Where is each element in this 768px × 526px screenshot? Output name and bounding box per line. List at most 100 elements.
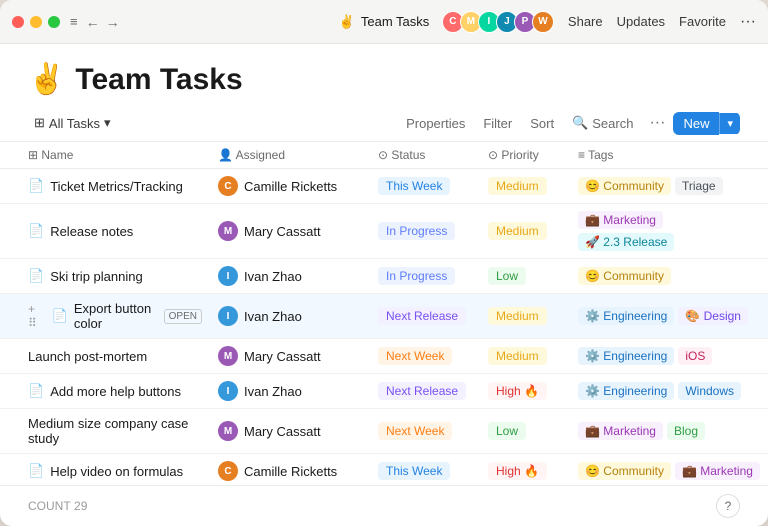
status-cell[interactable]: In Progress: [370, 204, 480, 259]
titlebar-title: ✌️ Team Tasks: [339, 14, 430, 30]
assigned-cell[interactable]: C Camille Ricketts: [210, 169, 370, 204]
assigned-cell[interactable]: I Ivan Zhao: [210, 374, 370, 409]
forward-button[interactable]: →: [106, 14, 120, 30]
properties-button[interactable]: Properties: [398, 113, 473, 134]
task-name-cell[interactable]: Medium size company case study: [0, 409, 210, 454]
tags-cell[interactable]: ⚙️ EngineeringiOS: [570, 339, 768, 374]
tag[interactable]: 😊 Community: [578, 462, 671, 480]
tag[interactable]: 💼 Marketing: [578, 422, 663, 440]
more-toolbar-button[interactable]: ···: [643, 111, 671, 135]
tag[interactable]: 😊 Community: [578, 177, 671, 195]
new-button[interactable]: New ▾: [673, 112, 740, 135]
priority-cell[interactable]: Low: [480, 409, 570, 454]
menu-icon[interactable]: ≡: [70, 14, 78, 29]
task-name-cell[interactable]: 📄Ticket Metrics/Tracking: [0, 169, 210, 204]
tag[interactable]: iOS: [678, 347, 712, 365]
tag[interactable]: 🎨 Design: [678, 307, 748, 325]
assignee-name: Ivan Zhao: [244, 384, 302, 399]
tags-cell[interactable]: ⚙️ Engineering🎨 Design: [570, 294, 768, 339]
table-row[interactable]: 📄Release notes M Mary Cassatt In Progres…: [0, 204, 768, 259]
new-button-caret[interactable]: ▾: [719, 113, 740, 134]
open-badge[interactable]: OPEN: [164, 309, 202, 324]
table-row[interactable]: Medium size company case study M Mary Ca…: [0, 409, 768, 454]
tags-cell[interactable]: 😊 Community💼 Marketing: [570, 454, 768, 486]
tasks-table-container[interactable]: ⊞ Name 👤 Assigned ⊙ Status ⊙: [0, 142, 768, 485]
priority-cell[interactable]: High 🔥: [480, 454, 570, 486]
tag[interactable]: Blog: [667, 422, 705, 440]
assigned-cell[interactable]: M Mary Cassatt: [210, 204, 370, 259]
back-button[interactable]: ←: [86, 14, 100, 30]
tags-cell[interactable]: 💼 Marketing 🚀 2.3 Release: [570, 204, 768, 259]
status-cell[interactable]: This Week: [370, 454, 480, 486]
minimize-button[interactable]: [30, 16, 42, 28]
new-button-main[interactable]: New: [673, 112, 719, 135]
priority-badge: High 🔥: [488, 462, 547, 480]
assigned-col-icon: 👤: [218, 148, 236, 162]
status-cell[interactable]: Next Release: [370, 374, 480, 409]
assigned-cell[interactable]: I Ivan Zhao: [210, 259, 370, 294]
updates-button[interactable]: Updates: [617, 14, 665, 29]
task-name-cell[interactable]: 📄Add more help buttons: [0, 374, 210, 409]
close-button[interactable]: [12, 16, 24, 28]
tags-cell[interactable]: 💼 MarketingBlog: [570, 409, 768, 454]
tags-cell[interactable]: ⚙️ EngineeringWindows: [570, 374, 768, 409]
tag[interactable]: Windows: [678, 382, 741, 400]
filter-button[interactable]: Filter: [475, 113, 520, 134]
assigned-cell[interactable]: C Camille Ricketts: [210, 454, 370, 486]
tag[interactable]: 😊 Community: [578, 267, 671, 285]
assignee-name: Mary Cassatt: [244, 224, 321, 239]
status-badge: This Week: [378, 462, 450, 480]
search-button[interactable]: 🔍 Search: [564, 112, 641, 134]
page-title: ✌️ Team Tasks: [28, 62, 740, 97]
table-row[interactable]: 📄Add more help buttons I Ivan Zhao Next …: [0, 374, 768, 409]
assigned-cell[interactable]: M Mary Cassatt: [210, 409, 370, 454]
avatar-6[interactable]: W: [532, 11, 554, 33]
tags-column-header: ≡ Tags: [570, 142, 768, 169]
status-cell[interactable]: Next Week: [370, 409, 480, 454]
table-row[interactable]: + ⠿📄Export button colorOPEN I Ivan Zhao …: [0, 294, 768, 339]
priority-cell[interactable]: Medium: [480, 339, 570, 374]
assigned-cell[interactable]: I Ivan Zhao: [210, 294, 370, 339]
tag[interactable]: ⚙️ Engineering: [578, 347, 674, 365]
task-name-cell[interactable]: 📄Help video on formulas: [0, 454, 210, 486]
assigned-cell[interactable]: M Mary Cassatt: [210, 339, 370, 374]
share-button[interactable]: Share: [568, 14, 603, 29]
priority-cell[interactable]: High 🔥: [480, 374, 570, 409]
more-options-button[interactable]: ···: [740, 13, 756, 31]
task-name-cell[interactable]: + ⠿📄Export button colorOPEN: [0, 294, 210, 339]
status-column-header: ⊙ Status: [370, 142, 480, 169]
help-button[interactable]: ?: [716, 494, 740, 518]
tags-cell[interactable]: 😊 Community: [570, 259, 768, 294]
status-cell[interactable]: Next Release: [370, 294, 480, 339]
task-name-cell[interactable]: 📄Release notes: [0, 204, 210, 259]
tag[interactable]: Triage: [675, 177, 723, 195]
table-row[interactable]: Launch post-mortem M Mary Cassatt Next W…: [0, 339, 768, 374]
task-name-cell[interactable]: Launch post-mortem: [0, 339, 210, 374]
priority-cell[interactable]: Low: [480, 259, 570, 294]
table-row[interactable]: 📄Ticket Metrics/Tracking C Camille Ricke…: [0, 169, 768, 204]
priority-cell[interactable]: Medium: [480, 294, 570, 339]
priority-badge: Medium: [488, 347, 547, 365]
view-caret-icon: ▾: [104, 115, 111, 131]
task-name-cell[interactable]: 📄Ski trip planning: [0, 259, 210, 294]
tag[interactable]: ⚙️ Engineering: [578, 307, 674, 325]
status-cell[interactable]: This Week: [370, 169, 480, 204]
priority-cell[interactable]: Medium: [480, 169, 570, 204]
page-content: ✌️ Team Tasks ⊞ All Tasks ▾ Properties F…: [0, 44, 768, 526]
status-cell[interactable]: In Progress: [370, 259, 480, 294]
add-handle-icon[interactable]: + ⠿: [28, 302, 42, 330]
tag[interactable]: 🚀 2.3 Release: [578, 233, 674, 251]
status-cell[interactable]: Next Week: [370, 339, 480, 374]
tag[interactable]: 💼 Marketing: [675, 462, 760, 480]
priority-badge: High 🔥: [488, 382, 547, 400]
table-row[interactable]: 📄Help video on formulas C Camille Ricket…: [0, 454, 768, 486]
fullscreen-button[interactable]: [48, 16, 60, 28]
table-row[interactable]: 📄Ski trip planning I Ivan Zhao In Progre…: [0, 259, 768, 294]
tags-cell[interactable]: 😊 CommunityTriage: [570, 169, 768, 204]
sort-button[interactable]: Sort: [522, 113, 562, 134]
favorite-button[interactable]: Favorite: [679, 14, 726, 29]
priority-cell[interactable]: Medium: [480, 204, 570, 259]
view-selector[interactable]: ⊞ All Tasks ▾: [28, 112, 117, 134]
tag[interactable]: ⚙️ Engineering: [578, 382, 674, 400]
tag[interactable]: 💼 Marketing: [578, 211, 663, 229]
